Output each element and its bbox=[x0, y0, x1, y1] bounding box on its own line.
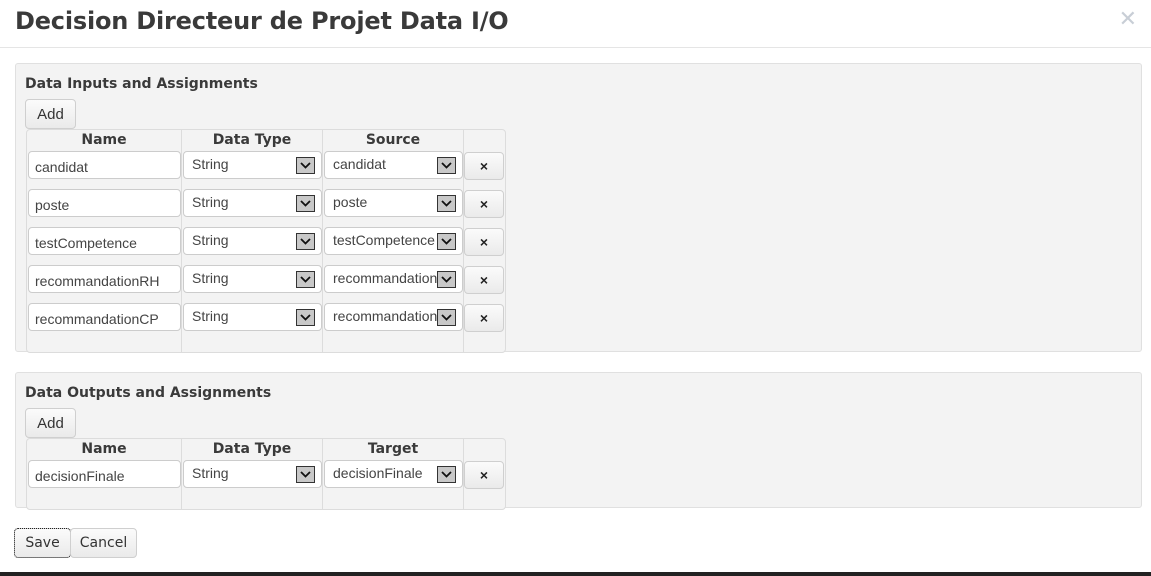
cancel-button[interactable]: Cancel bbox=[70, 528, 137, 558]
source-value: candidat bbox=[333, 156, 386, 172]
delete-icon: × bbox=[479, 310, 489, 326]
data-type-select[interactable]: String bbox=[183, 265, 322, 293]
delete-icon: × bbox=[479, 467, 489, 483]
chevron-down-icon[interactable] bbox=[296, 271, 315, 288]
chevron-down-icon[interactable] bbox=[296, 233, 315, 250]
delete-icon: × bbox=[479, 158, 489, 174]
column-header-target: Target bbox=[323, 439, 464, 459]
data-inputs-section: Data Inputs and Assignments Add Name Dat… bbox=[15, 63, 1142, 353]
table-row: String testCompetence × bbox=[27, 226, 505, 264]
column-header-name: Name bbox=[27, 439, 182, 459]
target-value: decisionFinale bbox=[333, 465, 423, 481]
delete-row-button[interactable]: × bbox=[464, 461, 504, 489]
name-input[interactable] bbox=[28, 189, 181, 217]
source-select[interactable]: recommandationRH bbox=[324, 265, 463, 293]
column-header-data-type: Data Type bbox=[182, 130, 323, 150]
data-type-select[interactable]: String bbox=[183, 460, 322, 488]
close-icon[interactable]: ✕ bbox=[1119, 8, 1137, 32]
delete-row-button[interactable]: × bbox=[464, 152, 504, 180]
data-outputs-section: Data Outputs and Assignments Add Name Da… bbox=[15, 372, 1142, 510]
data-type-select[interactable]: String bbox=[183, 151, 322, 179]
chevron-down-icon[interactable] bbox=[296, 157, 315, 174]
table-row: String recommandationRH × bbox=[27, 264, 505, 302]
delete-row-button[interactable]: × bbox=[464, 190, 504, 218]
add-output-button[interactable]: Add bbox=[25, 408, 76, 438]
data-type-value: String bbox=[192, 194, 229, 210]
name-input[interactable] bbox=[28, 303, 181, 331]
name-input[interactable] bbox=[28, 460, 181, 488]
chevron-down-icon[interactable] bbox=[437, 271, 456, 288]
add-input-button[interactable]: Add bbox=[25, 99, 76, 129]
delete-icon: × bbox=[479, 234, 489, 250]
window-bottom-edge bbox=[0, 572, 1151, 576]
source-value: poste bbox=[333, 194, 368, 210]
save-button[interactable]: Save bbox=[14, 528, 71, 558]
chevron-down-icon[interactable] bbox=[296, 466, 315, 483]
name-input[interactable] bbox=[28, 265, 181, 293]
delete-row-button[interactable]: × bbox=[464, 228, 504, 256]
source-value: recommandationRH bbox=[333, 270, 438, 286]
source-select[interactable]: recommandationCP bbox=[324, 303, 463, 331]
column-header-source: Source bbox=[323, 130, 464, 150]
data-inputs-title: Data Inputs and Assignments bbox=[25, 76, 258, 92]
table-row: String recommandationCP × bbox=[27, 302, 505, 340]
dialog-title: Decision Directeur de Projet Data I/O bbox=[15, 7, 509, 35]
name-input[interactable] bbox=[28, 227, 181, 255]
chevron-down-icon[interactable] bbox=[437, 466, 456, 483]
data-type-select[interactable]: String bbox=[183, 303, 322, 331]
data-type-value: String bbox=[192, 156, 229, 172]
source-select[interactable]: candidat bbox=[324, 151, 463, 179]
data-outputs-table: Name Data Type Target String decisionFina… bbox=[26, 438, 506, 510]
source-value: recommandationCP bbox=[333, 308, 438, 324]
data-type-value: String bbox=[192, 308, 229, 324]
chevron-down-icon[interactable] bbox=[437, 309, 456, 326]
source-select[interactable]: testCompetence bbox=[324, 227, 463, 255]
name-input[interactable] bbox=[28, 151, 181, 179]
data-type-value: String bbox=[192, 270, 229, 286]
data-type-select[interactable]: String bbox=[183, 189, 322, 217]
chevron-down-icon[interactable] bbox=[437, 233, 456, 250]
table-row: String candidat × bbox=[27, 150, 505, 188]
data-type-value: String bbox=[192, 232, 229, 248]
table-row: String poste × bbox=[27, 188, 505, 226]
table-row: String decisionFinale × bbox=[27, 459, 505, 497]
delete-icon: × bbox=[479, 196, 489, 212]
chevron-down-icon[interactable] bbox=[437, 195, 456, 212]
source-select[interactable]: poste bbox=[324, 189, 463, 217]
delete-row-button[interactable]: × bbox=[464, 266, 504, 294]
target-select[interactable]: decisionFinale bbox=[324, 460, 463, 488]
chevron-down-icon[interactable] bbox=[296, 195, 315, 212]
dialog-header: Decision Directeur de Projet Data I/O ✕ bbox=[0, 0, 1151, 48]
chevron-down-icon[interactable] bbox=[437, 157, 456, 174]
delete-row-button[interactable]: × bbox=[464, 304, 504, 332]
source-value: testCompetence bbox=[333, 232, 435, 248]
chevron-down-icon[interactable] bbox=[296, 309, 315, 326]
data-type-value: String bbox=[192, 465, 229, 481]
data-outputs-title: Data Outputs and Assignments bbox=[25, 385, 272, 401]
column-header-name: Name bbox=[27, 130, 182, 150]
column-header-data-type: Data Type bbox=[182, 439, 323, 459]
data-type-select[interactable]: String bbox=[183, 227, 322, 255]
data-inputs-table: Name Data Type Source Stringcandidat×Str… bbox=[26, 129, 506, 353]
delete-icon: × bbox=[479, 272, 489, 288]
